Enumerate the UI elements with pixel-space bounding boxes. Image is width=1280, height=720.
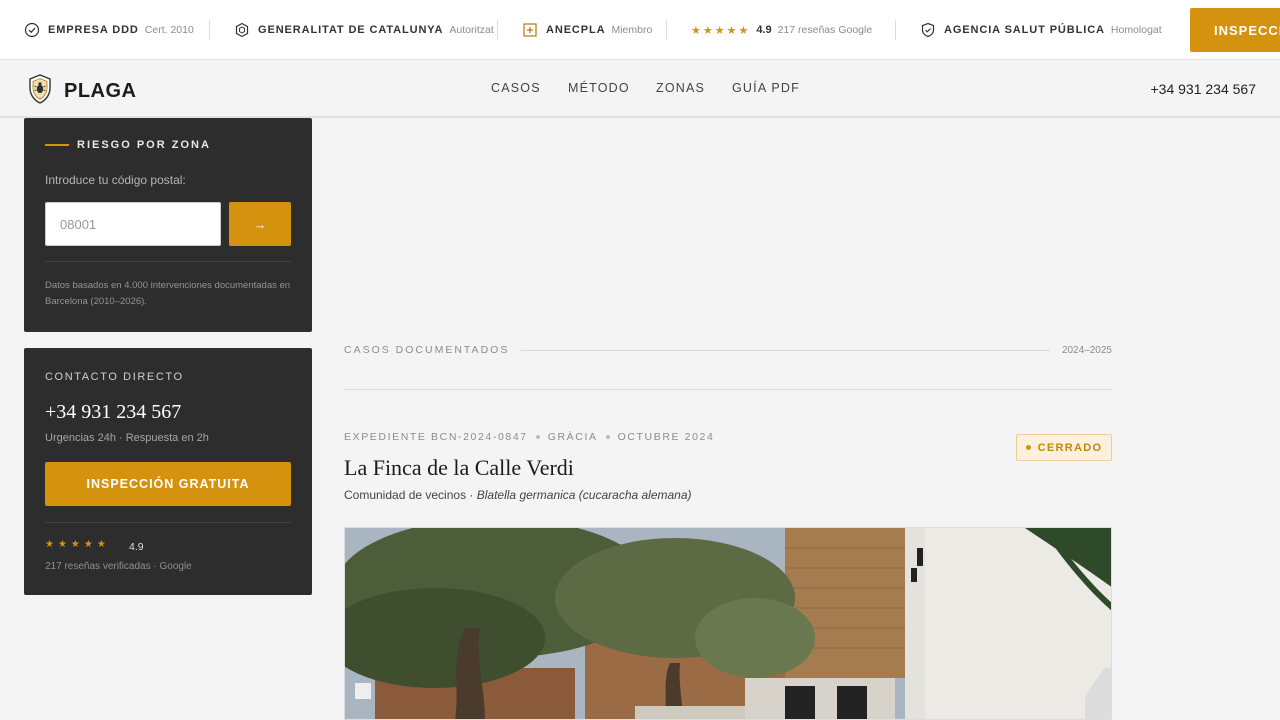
dot-separator <box>605 435 610 439</box>
nav-link-casos[interactable]: CASOS <box>491 81 541 95</box>
status-dot-icon <box>1025 445 1031 450</box>
trust-item-google-rating: ★★★★★ 4.9 217 reseñas Google <box>691 0 872 60</box>
case-date: OCTUBRE 2024 <box>617 431 715 443</box>
divider <box>895 20 896 40</box>
postal-code-label: Introduce tu código postal: <box>45 173 186 187</box>
status-badge: CERRADO <box>1016 434 1112 461</box>
trust-item-generalitat: GENERALITAT DE CATALUNYA Autoritzat <box>234 0 494 60</box>
case-client: Comunidad de vecinos · <box>344 488 477 502</box>
status-badge-label: CERRADO <box>1037 441 1103 454</box>
contact-card-title: CONTACTO DIRECTO <box>45 371 184 383</box>
section-title: CASOS DOCUMENTADOS <box>344 344 510 356</box>
divider <box>521 349 1050 351</box>
trust-item-anecpla: ANECPLA Miembro <box>522 0 652 60</box>
divider <box>45 522 291 523</box>
section-date-range: 2024–2025 <box>1061 344 1112 356</box>
postal-code-submit-button[interactable]: → <box>229 202 291 246</box>
case-meta: EXPEDIENTE BCN-2024-0847 GRÀCIA OCTUBRE … <box>344 431 714 443</box>
risk-card-title: RIESGO POR ZONA <box>45 139 211 151</box>
divider <box>344 389 1112 390</box>
nav-link-zonas[interactable]: ZONAS <box>656 81 705 95</box>
section-header: CASOS DOCUMENTADOS 2024–2025 <box>344 343 1112 357</box>
contact-phone-link[interactable]: +34 931 234 567 <box>45 401 181 424</box>
trust-sub: Autoritzat <box>449 24 494 36</box>
trust-sub: Cert. 2010 <box>144 24 194 36</box>
plus-box-icon <box>522 22 538 38</box>
trust-sub: 217 reseñas Google <box>777 24 873 36</box>
logo[interactable]: PLAGA <box>28 74 137 109</box>
case-photo <box>344 527 1112 720</box>
contact-reviews-text: 217 reseñas verificadas · Google <box>45 561 192 572</box>
divider <box>497 20 498 40</box>
trust-rating: 4.9 <box>756 24 772 36</box>
shield-check-icon <box>920 22 936 38</box>
divider <box>45 261 291 262</box>
case-file-number: EXPEDIENTE BCN-2024-0847 <box>344 431 528 443</box>
stars-icon: ★★★★★ <box>691 24 751 37</box>
contact-urgency-text: Urgencias 24h · Respuesta en 2h <box>45 432 209 444</box>
trust-sub: Homologat <box>1110 24 1162 36</box>
trust-item-empresa-ddd: EMPRESA DDD Cert. 2010 <box>24 0 194 60</box>
hexagon-icon <box>234 22 250 38</box>
case-zone: GRÀCIA <box>547 431 598 443</box>
case-title[interactable]: La Finca de la Calle Verdi <box>344 455 574 481</box>
trust-sub: Miembro <box>611 24 653 36</box>
risk-by-zone-card: RIESGO POR ZONA Introduce tu código post… <box>24 118 312 332</box>
nav-link-metodo[interactable]: MÉTODO <box>568 81 630 95</box>
nav-link-guia-pdf[interactable]: GUÍA PDF <box>732 81 800 95</box>
divider <box>666 20 667 40</box>
dot-separator <box>535 435 540 439</box>
trust-label: EMPRESA DDD <box>48 24 139 36</box>
check-circle-icon <box>24 22 40 38</box>
main-navbar: PLAGA CASOS MÉTODO ZONAS GUÍA PDF +34 93… <box>0 61 1280 118</box>
direct-contact-card: CONTACTO DIRECTO +34 931 234 567 Urgenci… <box>24 348 312 595</box>
logo-text: PLAGA <box>64 80 137 102</box>
nav-phone-link[interactable]: +34 931 234 567 <box>1151 81 1257 97</box>
trust-bar: EMPRESA DDD Cert. 2010 GENERALITAT DE CA… <box>0 0 1280 60</box>
trust-label: AGENCIA SALUT PÚBLICA <box>944 24 1105 36</box>
risk-data-note: Datos basados en 4.000 intervenciones do… <box>45 280 291 307</box>
case-subtitle: Comunidad de vecinos · Blatella germanic… <box>344 488 692 502</box>
inspection-cta-button[interactable]: INSPECCIÓN GRATUITA <box>1190 8 1280 52</box>
shield-logo-icon <box>28 74 52 109</box>
trust-label: GENERALITAT DE CATALUNYA <box>258 24 444 36</box>
contact-rating-value: 4.9 <box>129 541 144 553</box>
divider <box>209 20 210 40</box>
free-inspection-button[interactable]: INSPECCIÓN GRATUITA <box>45 462 291 506</box>
trust-label: ANECPLA <box>546 24 606 36</box>
case-species: Blatella germanica (cucaracha alemana) <box>476 488 692 502</box>
trust-item-agencia-salut: AGENCIA SALUT PÚBLICA Homologat <box>920 0 1162 60</box>
postal-code-input[interactable] <box>45 202 221 246</box>
rating-stars-icon: ★★★★★ <box>45 539 110 550</box>
